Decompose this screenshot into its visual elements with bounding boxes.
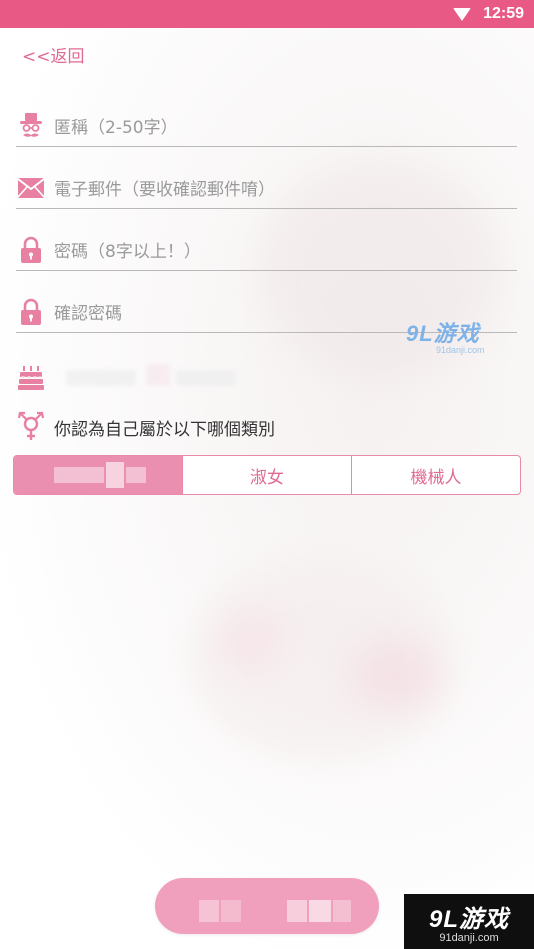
background-blur xyxy=(350,640,440,710)
gender-question: 你認為自己屬於以下哪個類別 xyxy=(16,410,517,444)
watermark-site: 91danji.com xyxy=(436,345,485,355)
wifi-icon xyxy=(453,7,472,21)
birthday-field[interactable] xyxy=(16,360,517,394)
lock-icon xyxy=(16,297,46,327)
birthday-value-blurred xyxy=(176,370,236,386)
email-placeholder: 電子郵件（要收確認郵件唷） xyxy=(54,180,275,200)
status-time: 12:59 xyxy=(483,5,524,22)
mosaic-blur xyxy=(287,900,307,922)
lock-icon xyxy=(16,235,46,265)
gentleman-icon xyxy=(16,111,46,141)
cake-icon xyxy=(16,362,46,392)
gender-option-2[interactable]: 淑女 xyxy=(182,456,351,494)
watermark-text: 9L游戏 xyxy=(406,321,480,346)
mosaic-blur xyxy=(309,900,331,922)
password-field[interactable]: 密碼（8字以上！） xyxy=(16,229,517,271)
watermark-logo: 9L游戏 91danji.com xyxy=(406,316,485,355)
gender-symbol-icon xyxy=(16,411,46,442)
watermark-text: 9L游戏 xyxy=(428,906,509,933)
background-blur xyxy=(190,560,450,760)
nickname-field[interactable]: 匿稱（2-50字） xyxy=(16,105,517,147)
mosaic-blur xyxy=(126,467,146,483)
gender-option-label: 機械人 xyxy=(410,467,462,488)
birthday-value-blurred xyxy=(66,370,136,386)
background-blur xyxy=(220,610,280,670)
mosaic-blur xyxy=(221,900,241,922)
birthday-value-blurred xyxy=(146,364,170,386)
mosaic-blur xyxy=(54,467,104,483)
mosaic-blur xyxy=(106,462,124,488)
watermark-corner: 9L游戏 91danji.com xyxy=(404,894,534,949)
gender-prompt: 你認為自己屬於以下哪個類別 xyxy=(54,419,275,440)
submit-button[interactable] xyxy=(155,878,379,934)
status-bar: 12:59 xyxy=(0,0,534,28)
gender-option-1[interactable] xyxy=(14,456,182,494)
mosaic-blur xyxy=(333,900,351,922)
email-field[interactable]: 電子郵件（要收確認郵件唷） xyxy=(16,167,517,209)
watermark-site: 91danji.com xyxy=(439,932,499,944)
gender-option-label: 淑女 xyxy=(250,467,284,488)
gender-segmented-control: 淑女 機械人 xyxy=(13,455,521,495)
envelope-icon xyxy=(16,173,46,203)
confirm-password-placeholder: 確認密碼 xyxy=(54,304,122,324)
password-placeholder: 密碼（8字以上！） xyxy=(54,242,201,262)
mosaic-blur xyxy=(199,900,219,922)
gender-option-3[interactable]: 機械人 xyxy=(351,456,520,494)
back-link[interactable]: <<返回 xyxy=(22,42,85,67)
nickname-placeholder: 匿稱（2-50字） xyxy=(54,118,178,138)
